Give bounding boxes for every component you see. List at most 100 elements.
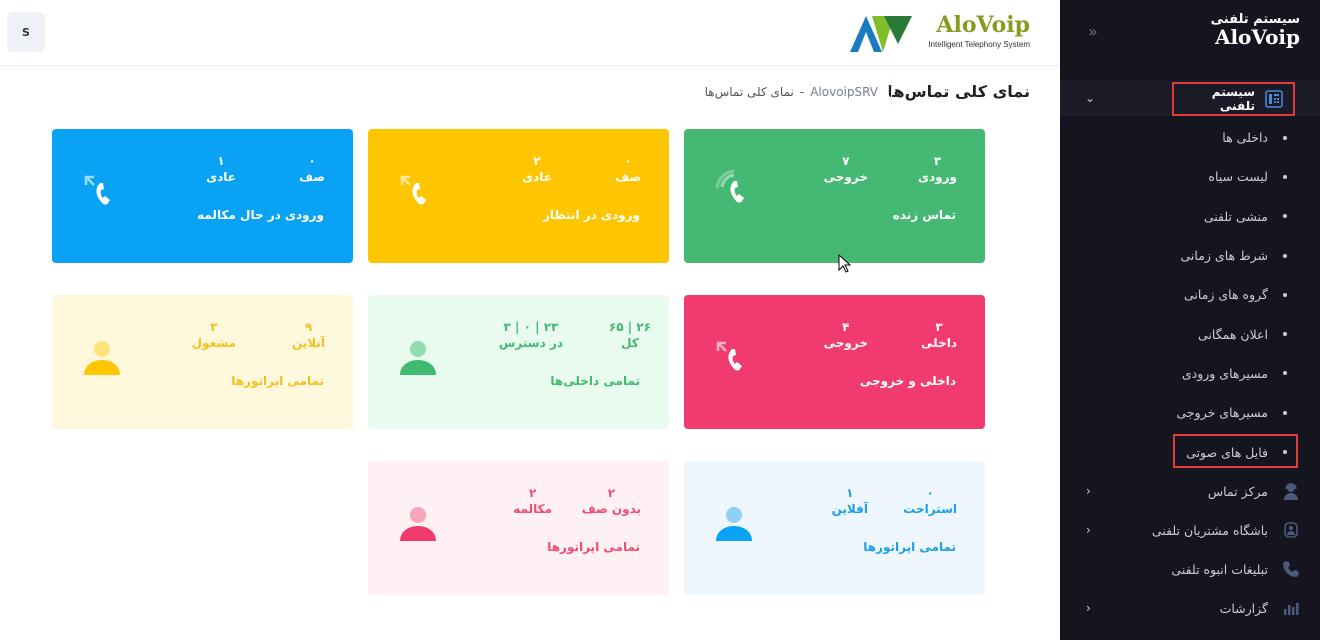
bullet-dot [1283, 214, 1287, 219]
sidebar-item-announcements[interactable]: اعلان همگانی [1060, 314, 1320, 353]
operators-rest-card[interactable]: ۰ استراحت ۱ آفلاین تمامی اپراتورها [684, 461, 985, 595]
sidebar-header: « سیستم تلفنی AloVoip [1060, 0, 1320, 66]
talking-inbound-card[interactable]: ۰ صف ۱ عادی ورودی در حال مکالمه [52, 129, 353, 263]
sidebar-item-label: باشگاه مشتریان تلفنی [1151, 522, 1268, 538]
sidebar-item-time-groups[interactable]: گروه های زمانی [1060, 275, 1320, 314]
stat-value: ۱ [217, 154, 225, 168]
stat-inbound: ۳ ورودی [918, 154, 957, 184]
sidebar-item-extensions[interactable]: داخلی ها [1060, 118, 1320, 157]
sidebar-item-time-conditions[interactable]: شرط های زمانی [1060, 236, 1320, 275]
stat-normal: ۲ عادی [522, 154, 552, 184]
brand-name: AloVoip [936, 12, 1030, 38]
breadcrumb: AlovoipSRV - نمای کلی تماس‌ها [705, 85, 878, 99]
sidebar-group-telephony[interactable]: ⌄ سیستم تلفنی [1060, 80, 1320, 116]
stat-total: ۲۶ | ۶۵ کل [609, 320, 651, 350]
sidebar-item-sound-files[interactable]: فایل های صوتی [1060, 432, 1320, 471]
stat-value: ۰ [624, 154, 632, 168]
stat-rest: ۰ استراحت [903, 486, 957, 516]
sidebar-main-menu: مرکز تماس ‹ باشگاه مشتریان تلفنی ‹ تبلیغ… [1060, 472, 1320, 628]
bullet-dot [1283, 292, 1287, 297]
stat-label: آنلاین [291, 336, 325, 350]
stat-no-queue: ۲ بدون صف [582, 486, 641, 516]
sidebar-item-label: گزارشات [1219, 600, 1268, 616]
card-title: تمامی اپراتورها [231, 374, 324, 388]
sidebar-item-ivr[interactable]: منشی تلفنی [1060, 197, 1320, 236]
sidebar-item-label: مرکز تماس [1207, 483, 1268, 499]
sidebar-item-inbound-routes[interactable]: مسیرهای ورودی [1060, 354, 1320, 393]
stat-value: ۲ [533, 154, 541, 168]
stat-value: ۲ [607, 486, 616, 500]
phone-ringing-icon [715, 169, 744, 203]
live-calls-card[interactable]: ۳ ورودی ۷ خروجی تماس زنده [684, 129, 985, 263]
sub-header: نمای کلی تماس‌ها AlovoipSRV - نمای کلی ت… [0, 66, 1060, 120]
internal-outbound-card[interactable]: ۳ داخلی ۴ خروجی داخلی و خروجی [684, 295, 985, 429]
stat-value: ۳ [935, 320, 943, 334]
breadcrumb-home-link[interactable]: AlovoipSRV [810, 85, 878, 99]
bullet-dot [1283, 332, 1287, 337]
alovoip-logo-mark [850, 16, 912, 52]
brand-logo[interactable]: AloVoip Intelligent Telephony System [850, 12, 1030, 54]
card-title: داخلی و خروجی [859, 374, 956, 388]
waiting-inbound-card[interactable]: ۰ صف ۲ عادی ورودی در انتظار [368, 129, 669, 263]
sidebar-item-call-center[interactable]: مرکز تماس ‹ [1060, 472, 1320, 511]
stat-value: ۳ [210, 320, 218, 334]
stat-outbound: ۴ خروجی [824, 320, 868, 350]
stat-outbound: ۷ خروجی [824, 154, 868, 184]
card-title: تماس زنده [892, 208, 956, 222]
sidebar-item-outbound-routes[interactable]: مسیرهای خروجی [1060, 393, 1320, 432]
sidebar-item-label: اعلان همگانی [1198, 326, 1268, 342]
bullet-dot [1283, 174, 1287, 179]
chevron-down-icon: ⌄ [1085, 91, 1096, 105]
stat-value: ۹ [304, 320, 313, 334]
app-root: « سیستم تلفنی AloVoip ⌄ سیستم تلفنی داخل… [0, 0, 1320, 640]
stat-queue: ۰ صف [299, 154, 325, 184]
bullet-dot [1283, 410, 1287, 415]
operators-status-card[interactable]: ۹ آنلاین ۳ مشغول تمامی اپراتورها [52, 295, 353, 429]
user-avatar-button[interactable]: S [7, 12, 45, 52]
stat-label: آفلاین [831, 502, 868, 516]
stat-value: ۲۳ | ۰ | ۳ [503, 320, 559, 334]
user-icon [400, 341, 436, 375]
card-title: ورودی در انتظار [542, 208, 640, 222]
stat-value: ۰ [308, 154, 316, 168]
sidebar-item-label: لیست سیاه [1208, 169, 1268, 185]
bullet-dot [1283, 135, 1287, 140]
phone-panel-icon [1265, 90, 1283, 108]
page-title: نمای کلی تماس‌ها [887, 82, 1031, 101]
collapse-sidebar-icon[interactable]: « [1088, 22, 1098, 41]
sidebar-item-label: تبلیغات انبوه تلفنی [1171, 561, 1268, 577]
all-extensions-card[interactable]: ۲۶ | ۶۵ کل ۲۳ | ۰ | ۳ در دسترس تمامی داخلی… [368, 295, 669, 429]
stat-value: ۲ [528, 486, 537, 500]
stat-label: عادی [206, 170, 236, 184]
stat-label: مشغول [191, 336, 236, 350]
bullet-dot [1283, 253, 1287, 258]
phone-icon [1283, 561, 1299, 578]
user-icon [716, 507, 752, 541]
sidebar-item-bulk-ads[interactable]: تبلیغات انبوه تلفنی [1060, 550, 1320, 589]
stat-normal: ۱ عادی [206, 154, 236, 184]
brand-tagline: Intelligent Telephony System [928, 40, 1030, 49]
mouse-cursor-icon [838, 254, 852, 273]
chevron-left-icon: ‹ [1086, 484, 1091, 499]
operators-calls-card[interactable]: ۲ بدون صف ۲ مکالمه تمامی اپراتورها [368, 461, 669, 595]
sidebar-group-label: سیستم تلفنی [1211, 85, 1255, 113]
stat-label: ورودی [918, 170, 957, 184]
chevron-left-icon: ‹ [1086, 523, 1091, 538]
stat-label: داخلی [921, 336, 957, 350]
stat-value: ۴ [842, 320, 850, 334]
sidebar-group-head-highlighted[interactable]: سیستم تلفنی [1172, 82, 1295, 116]
sidebar-item-reports[interactable]: گزارشات ‹ [1060, 589, 1320, 628]
dashboard-content: ۳ ورودی ۷ خروجی تماس زنده ۰ صف ۲ عادی ورودی … [0, 120, 1060, 640]
sidebar-item-blacklist[interactable]: لیست سیاه [1060, 157, 1320, 196]
sidebar-item-label: مسیرهای ورودی [1181, 365, 1268, 381]
sidebar-item-label: گروه های زمانی [1183, 287, 1268, 303]
card-title: ورودی در حال مکالمه [197, 208, 324, 222]
sidebar-logo[interactable]: سیستم تلفنی AloVoip [1211, 12, 1300, 47]
stat-value: ۰ [926, 486, 934, 500]
stat-label: عادی [522, 170, 552, 184]
sidebar-item-customer-club[interactable]: باشگاه مشتریان تلفنی ‹ [1060, 511, 1320, 550]
incoming-call-icon [400, 175, 426, 205]
sidebar-item-label: شرط های زمانی [1180, 248, 1269, 264]
stat-queue: ۰ صف [615, 154, 641, 184]
customers-club-icon [1284, 522, 1298, 538]
